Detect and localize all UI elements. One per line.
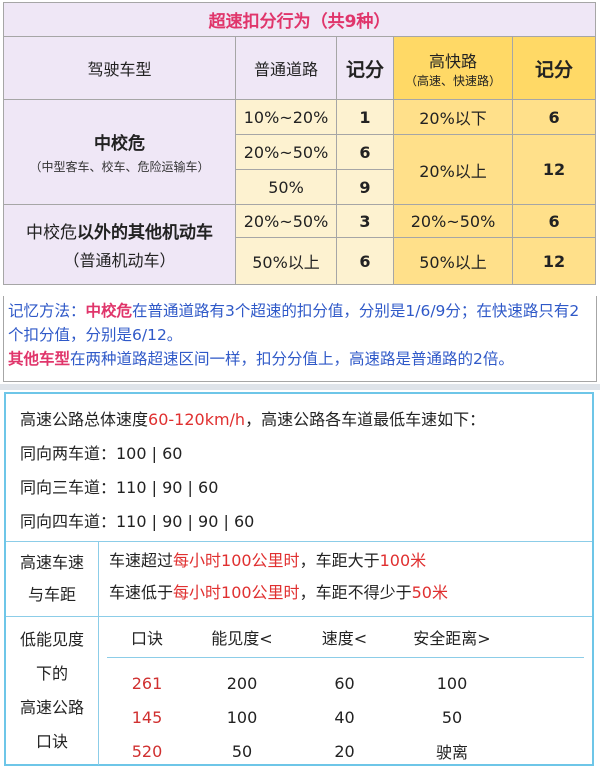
header-normal-road: 普通道路 (235, 36, 337, 100)
row-code: 261 (131, 673, 163, 693)
memory-tip-line-1: 记忆方法：中校危在普通道路有3个超速的扣分值，分别是1/6/9分；在快速路只有2… (8, 299, 594, 347)
vehicle-group-2: 中校危以外的其他机动车 （普通机动车） (3, 204, 236, 285)
cell-points: 6 (336, 134, 394, 170)
low-visibility-label: 低能见度 下的 高速公路 口诀 (6, 617, 99, 765)
memory-tip-prefix: 记忆方法： (8, 302, 86, 320)
row-distance: 100 (436, 673, 468, 693)
col-visibility: 能见度< (211, 629, 273, 648)
cell-normal: 50% (235, 169, 337, 205)
memory-tip-line-2: 其他车型在两种道路超速区间一样，扣分分值上，高速路是普通路的2倍。 (8, 347, 594, 371)
vehicle-group-2-name-a: 中校危 (26, 223, 77, 243)
row-code: 145 (131, 707, 163, 727)
header-highway-sub: （高速、快速路） (404, 73, 501, 88)
lane-speed-2: 同向两车道：100 | 60 (20, 444, 183, 463)
cell-points: 3 (336, 204, 394, 238)
rule2-c: ，车距不得少于 (299, 583, 412, 602)
col-code: 口诀 (130, 629, 163, 648)
vehicle-group-2-name-b: 以外的其他机动车 (77, 223, 213, 243)
memory-tip-text-2: 在两种道路超速区间一样，扣分分值上，高速路是普通路的2倍。 (70, 350, 514, 368)
rule1-c: ，车距大于 (299, 551, 380, 570)
row-code: 520 (131, 741, 163, 761)
low-visibility-label-4: 口诀 (35, 732, 68, 751)
cell-highway: 50%以上 (393, 237, 513, 285)
header-highway: 高快路 （高速、快速路） (393, 36, 513, 100)
col-safe-distance: 安全距离> (413, 629, 491, 648)
row-speed: 60 (334, 673, 355, 693)
lane-speed-3: 同向三车道：110 | 90 | 60 (20, 478, 219, 497)
cell-highway-points: 6 (511, 99, 597, 135)
vehicle-group-1-sub: （中型客车、校车、危险运输车） (29, 160, 210, 174)
highway-rules-section: 高速公路总体速度60-120km/h，高速公路各车道最低车速如下： 同向两车道：… (4, 392, 594, 766)
table-row: 145 100 40 50 (107, 700, 584, 734)
rule2-d: 50米 (411, 583, 448, 602)
section-divider (0, 384, 600, 390)
cell-highway: 20%以上 (393, 134, 513, 205)
table-row: 261 200 60 100 (107, 666, 584, 700)
low-visibility-table: 口诀 能见度< 速度< 安全距离> 261 200 60 100 145 100… (99, 617, 592, 765)
low-visibility-label-1: 低能见度 (19, 630, 84, 649)
row-distance: 50 (441, 707, 463, 727)
rule2-b: 每小时100公里时 (173, 583, 300, 602)
speeding-points-section: 超速扣分行为（共9种） 驾驶车型 普通道路 记分 高快路 （高速、快速路） 记分… (0, 0, 600, 384)
speed-distance-label: 高速车速 与车距 (6, 542, 99, 616)
cell-highway-points: 6 (511, 204, 597, 238)
cell-highway: 20%以下 (393, 99, 513, 135)
vehicle-group-2-sub: （普通机动车） (63, 251, 176, 270)
speed-distance-block: 高速车速 与车距 车速超过每小时100公里时，车距大于100米 车速低于每小时1… (6, 542, 592, 617)
cell-points: 1 (336, 99, 394, 135)
rule2-a: 车速低于 (109, 583, 174, 602)
speed-distance-label-2: 与车距 (27, 585, 76, 604)
vehicle-group-1-name: 中校危 (94, 134, 145, 154)
speed-intro-a: 高速公路总体速度 (20, 410, 149, 429)
col-speed: 速度< (321, 629, 368, 648)
speeding-points-table: 超速扣分行为（共9种） 驾驶车型 普通道路 记分 高快路 （高速、快速路） 记分… (2, 2, 597, 285)
rule1-b: 每小时100公里时 (173, 551, 300, 570)
low-visibility-label-2: 下的 (35, 664, 68, 683)
row-speed: 40 (334, 707, 355, 727)
cell-highway: 20%~50% (393, 204, 513, 238)
table-row: 520 50 20 驶离 (107, 734, 584, 768)
row-visibility: 100 (226, 707, 258, 727)
header-vehicle: 驾驶车型 (3, 36, 236, 100)
cell-normal: 20%~50% (235, 134, 337, 170)
distance-rule-1: 车速超过每小时100公里时，车距大于100米 (109, 548, 592, 580)
speed-intro-b: ，高速公路各车道最低车速如下： (245, 410, 486, 429)
memory-tip-highlight: 中校危 (85, 302, 133, 320)
low-visibility-label-3: 高速公路 (19, 698, 84, 717)
header-highway-title: 高快路 (428, 51, 477, 71)
cell-highway-points: 12 (511, 134, 597, 205)
speed-distance-label-1: 高速车速 (19, 553, 84, 572)
cell-normal: 50%以上 (235, 237, 337, 285)
lane-speed-4: 同向四车道：110 | 90 | 90 | 60 (20, 512, 255, 531)
lane-speeds-block: 高速公路总体速度60-120km/h，高速公路各车道最低车速如下： 同向两车道：… (6, 394, 592, 542)
row-visibility: 50 (231, 741, 253, 761)
speed-distance-rules: 车速超过每小时100公里时，车距大于100米 车速低于每小时100公里时，车距不… (99, 542, 592, 616)
speed-intro: 高速公路总体速度60-120km/h，高速公路各车道最低车速如下： (20, 408, 592, 442)
memory-tip-highlight-2: 其他车型 (8, 350, 71, 368)
rule1-d: 100米 (379, 551, 427, 570)
vehicle-group-2-name: 中校危以外的其他机动车 (4, 218, 235, 243)
speed-range: 60-120km/h (148, 410, 246, 429)
low-visibility-block: 低能见度 下的 高速公路 口诀 口诀 能见度< 速度< 安全距离> 261 20… (6, 617, 592, 765)
header-points: 记分 (336, 36, 394, 100)
low-visibility-header: 口诀 能见度< 速度< 安全距离> (107, 617, 584, 658)
vehicle-group-1: 中校危 （中型客车、校车、危险运输车） (3, 99, 236, 205)
table-title: 超速扣分行为（共9种） (2, 2, 597, 37)
distance-rule-2: 车速低于每小时100公里时，车距不得少于50米 (109, 580, 592, 612)
header-points-2: 记分 (511, 36, 597, 100)
rule1-a: 车速超过 (109, 551, 174, 570)
cell-normal: 20%~50% (235, 204, 337, 238)
cell-points: 9 (336, 169, 394, 205)
row-distance: 驶离 (435, 743, 468, 762)
cell-highway-points: 12 (511, 237, 597, 285)
cell-points: 6 (336, 237, 394, 285)
row-speed: 20 (334, 741, 355, 761)
cell-normal: 10%~20% (235, 99, 337, 135)
memory-tip: 记忆方法：中校危在普通道路有3个超速的扣分值，分别是1/6/9分；在快速路只有2… (3, 296, 597, 382)
row-visibility: 200 (226, 673, 258, 693)
